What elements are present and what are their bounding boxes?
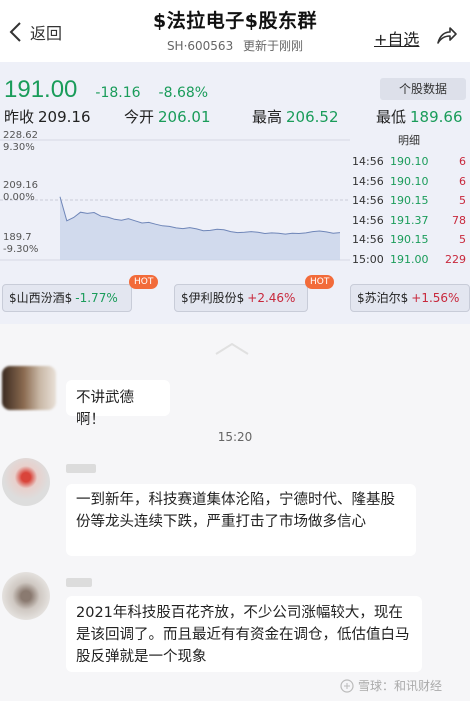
related-stock-shanxi-fenjiu[interactable]: $山西汾酒$ -1.77% HOT xyxy=(2,275,159,312)
message-bubble: 2021年科技股百花齐放，不少公司涨幅较大，现在是该回调了。而且最近有有资金在调… xyxy=(66,596,422,672)
price-change-pct: -8.68% xyxy=(158,85,209,101)
intraday-chart-svg xyxy=(0,139,350,261)
trade-row: 15:00 191.00 229 xyxy=(352,252,466,266)
stat-low: 最低 189.66 xyxy=(376,108,463,126)
stock-data-button[interactable]: 个股数据 xyxy=(380,78,466,100)
nickname-blurred xyxy=(66,578,92,587)
current-price: 191.00 xyxy=(4,76,78,103)
related-stocks: $山西汾酒$ -1.77% HOT $伊利股份$ +2.46% HOT $苏泊尔$ +… xyxy=(0,275,470,314)
axis-mid-pct: 0.00% xyxy=(3,192,35,203)
watermark: 雪球：和讯财经 xyxy=(340,677,442,694)
nickname-blurred xyxy=(66,464,96,473)
price-change: -18.16 xyxy=(95,85,141,101)
quote-panel[interactable]: 191.00 -18.16 -8.68% 个股数据 昨收 209.16 今开 206… xyxy=(0,62,470,324)
avatar[interactable] xyxy=(2,572,50,620)
axis-low-pct: -9.30% xyxy=(3,244,39,255)
trade-row: 14:56 190.15 5 xyxy=(352,233,466,247)
trade-detail-title: 明细 xyxy=(398,134,420,147)
stat-open: 今开 206.01 xyxy=(124,108,211,126)
trade-row: 14:56 190.15 5 xyxy=(352,194,466,208)
chevron-up-icon[interactable] xyxy=(214,340,250,356)
related-stock-yili[interactable]: $伊利股份$ +2.46% HOT xyxy=(174,275,335,312)
hot-badge: HOT xyxy=(305,275,335,289)
title-block: $法拉电子$股东群 SH·600563 更新于刚刚 xyxy=(100,6,370,54)
chat-area[interactable]: 不讲武德啊！ 15:20 一到新年，科技赛道集体沦陷，宁德时代、隆基股份等龙头连… xyxy=(0,324,470,701)
intraday-chart[interactable]: 228.62 9.30% 209.16 0.00% 189.7 -9.30% xyxy=(0,130,350,270)
stat-high: 最高 206.52 xyxy=(252,108,339,126)
back-label: 返回 xyxy=(30,24,63,43)
stat-prev-close: 昨收 209.16 xyxy=(4,108,91,126)
subtitle: SH·600563 更新于刚刚 xyxy=(100,37,370,54)
time-divider: 15:20 xyxy=(217,430,253,444)
group-title: $法拉电子$股东群 xyxy=(153,10,317,32)
stock-code: SH·600563 xyxy=(166,39,234,53)
hot-badge: HOT xyxy=(129,275,159,289)
price-area xyxy=(60,196,340,260)
message-bubble: 不讲武德啊！ xyxy=(66,380,170,428)
trade-row: 14:56 190.10 6 xyxy=(352,174,466,188)
axis-top-price: 228.62 xyxy=(3,130,38,141)
trade-detail-list: 14:56 190.10 6 14:56 190.10 6 14:56 190.15 5 1… xyxy=(352,152,470,269)
back-button[interactable]: 返回 xyxy=(6,20,62,44)
avatar[interactable] xyxy=(2,458,50,506)
message-bubble: 一到新年，科技赛道集体沦陷，宁德时代、隆基股份等龙头连续下跌，严重打击了市场做多… xyxy=(66,484,416,556)
chevron-left-icon xyxy=(9,22,21,42)
stats-row: 昨收 209.16 今开 206.01 最高 206.52 最低 189.66 xyxy=(0,106,470,128)
update-status: 更新于刚刚 xyxy=(243,39,304,53)
share-icon[interactable] xyxy=(436,24,458,46)
price-row: 191.00 -18.16 -8.68% xyxy=(4,76,208,104)
axis-mid-price: 209.16 xyxy=(3,180,38,191)
avatar[interactable] xyxy=(2,366,56,410)
header-bar: 返回 $法拉电子$股东群 SH·600563 更新于刚刚 +自选 xyxy=(0,0,470,62)
trade-row: 14:56 191.37 78 xyxy=(352,213,466,227)
axis-low-price: 189.7 xyxy=(3,232,32,243)
snowball-logo-icon xyxy=(340,678,354,693)
add-to-watchlist-button[interactable]: +自选 xyxy=(374,26,419,50)
trade-row: 14:56 190.10 6 xyxy=(352,155,466,169)
watermark-text: 雪球：和讯财经 xyxy=(358,679,443,693)
axis-top-pct: 9.30% xyxy=(3,142,35,153)
related-stock-supor[interactable]: $苏泊尔$ +1.56% xyxy=(350,284,470,312)
